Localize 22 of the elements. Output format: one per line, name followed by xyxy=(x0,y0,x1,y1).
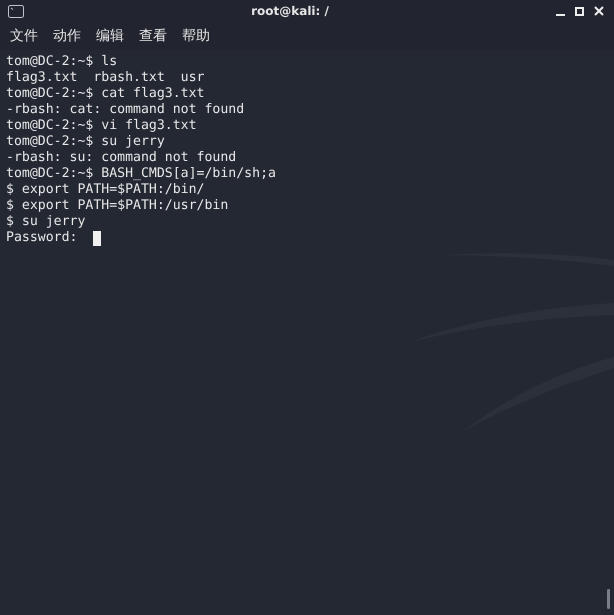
terminal-line: tom@DC-2:~$ ls xyxy=(6,54,118,70)
terminal-line: tom@DC-2:~$ BASH_CMDS[a]=/bin/sh;a xyxy=(6,166,276,182)
terminal-line: Password: xyxy=(6,230,78,246)
terminal-line: tom@DC-2:~$ su jerry xyxy=(6,134,165,150)
menu-item[interactable]: 文件 xyxy=(10,26,38,46)
close-icon[interactable] xyxy=(594,6,604,16)
terminal-line: $ export PATH=$PATH:/usr/bin xyxy=(6,198,228,214)
terminal-line: $ export PATH=$PATH:/bin/ xyxy=(6,182,204,198)
terminal-line: -rbash: cat: command not found xyxy=(6,102,244,118)
scrollbar-thumb[interactable] xyxy=(607,589,610,609)
terminal-line: tom@DC-2:~$ cat flag3.txt xyxy=(6,86,204,102)
terminal-line: $ su jerry xyxy=(6,214,86,230)
menu-item[interactable]: 动作 xyxy=(53,26,81,46)
menu-item[interactable]: 编辑 xyxy=(96,26,124,46)
terminal-icon xyxy=(8,4,24,18)
terminal-line: -rbash: su: command not found xyxy=(6,150,236,166)
terminal-line: flag3.txt rbash.txt usr xyxy=(6,70,204,86)
menu-item[interactable]: 查看 xyxy=(139,26,167,46)
menu-item[interactable]: 帮助 xyxy=(182,26,210,46)
maximize-icon[interactable] xyxy=(575,6,584,16)
terminal-line: tom@DC-2:~$ vi flag3.txt xyxy=(6,118,197,134)
window-title: root@kali: / xyxy=(251,3,329,20)
